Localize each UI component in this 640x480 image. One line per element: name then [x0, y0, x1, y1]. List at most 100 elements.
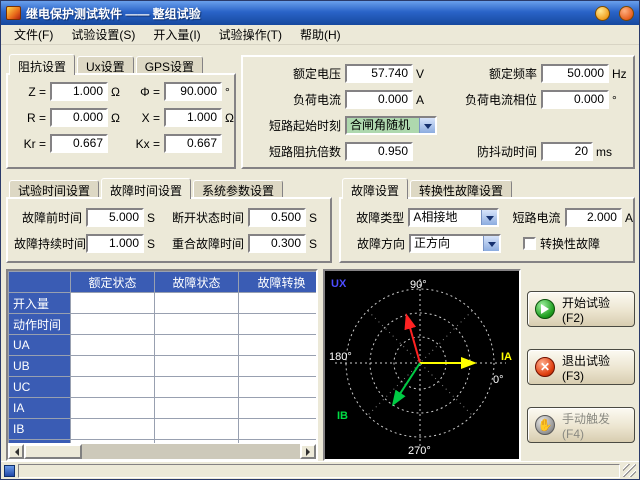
chevron-down-icon[interactable] [419, 118, 435, 133]
short-current-label: 短路电流 [499, 209, 564, 226]
impedance-tab-strip: 阻抗设置 Ux设置 GPS设置 [6, 53, 236, 73]
play-icon [535, 299, 555, 319]
phi-input[interactable]: 90.000 [164, 82, 222, 101]
scrollbar-track[interactable] [24, 444, 300, 459]
short-start-value: 合闸角随机 [347, 118, 419, 133]
horizontal-scrollbar[interactable] [8, 443, 316, 459]
tab-test-time-settings[interactable]: 试验时间设置 [9, 180, 99, 197]
x-input[interactable]: 1.000 [164, 108, 222, 127]
fault-tab-content: 故障类型 A相接地 短路电流 2.000 A 故障方向 正方向 [339, 197, 635, 263]
start-test-label: 开始试验(F2) [562, 294, 627, 325]
exit-test-button[interactable]: ✕ 退出试验(F3) [527, 349, 635, 385]
debounce-input[interactable]: 20 [541, 142, 593, 161]
table-row: UB [9, 356, 319, 377]
menu-help[interactable]: 帮助(H) [291, 24, 350, 45]
tab-gps-settings[interactable]: GPS设置 [136, 56, 203, 73]
short-current-input[interactable]: 2.000 [565, 208, 622, 227]
pre-fault-time-input[interactable]: 5.000 [86, 208, 144, 227]
convertible-fault-checkbox[interactable] [523, 237, 536, 250]
chevron-down-icon[interactable] [481, 210, 497, 225]
status-message-area [18, 464, 620, 478]
row-label: 开入量 [9, 293, 71, 314]
reclose-fault-time-unit: S [306, 237, 317, 251]
tab-ux-settings[interactable]: Ux设置 [77, 56, 134, 73]
open-state-time-unit: S [306, 211, 317, 225]
short-start-combobox[interactable]: 合闸角随机 [345, 116, 437, 135]
rated-freq-label: 额定频率 [435, 65, 541, 82]
ib-vector [394, 363, 420, 403]
short-factor-label: 短路阻抗倍数 [249, 143, 345, 160]
short-current-unit: A [622, 211, 633, 225]
resize-grip[interactable] [623, 464, 636, 477]
tab-fault-settings[interactable]: 故障设置 [342, 178, 408, 199]
short-factor-input[interactable]: 0.950 [345, 142, 413, 161]
tab-convertible-fault-settings[interactable]: 转换性故障设置 [410, 180, 512, 197]
phasor-vectors [394, 317, 473, 403]
table-cell [71, 356, 155, 377]
r-label: R = [16, 111, 50, 125]
scroll-left-icon[interactable] [8, 444, 24, 459]
rated-freq-input[interactable]: 50.000 [541, 64, 609, 83]
tab-impedance-settings[interactable]: 阻抗设置 [9, 54, 75, 75]
load-phase-input[interactable]: 0.000 [541, 90, 609, 109]
table-cell [155, 377, 239, 398]
deg180-label: 180° [329, 351, 352, 363]
fault-direction-combobox[interactable]: 正方向 [409, 234, 501, 253]
fault-settings-panel: 故障设置 转换性故障设置 故障类型 A相接地 短路电流 2.000 A 故障方向 [339, 177, 635, 263]
table-header-fault-convert: 故障转换 [239, 272, 319, 293]
tab-system-param-settings[interactable]: 系统参数设置 [193, 180, 283, 197]
impedance-tab-content: Z = 1.000 Ω Φ = 90.000 ° R = 0.000 Ω X =… [6, 73, 236, 169]
row-label: IA [9, 398, 71, 419]
close-button[interactable] [619, 6, 634, 21]
table-cell [155, 419, 239, 440]
kx-input[interactable]: 0.667 [164, 134, 222, 153]
kx-label: Kx = [128, 137, 164, 151]
table-cell [71, 293, 155, 314]
fault-duration-unit: S [144, 237, 160, 251]
deg90-label: 90° [410, 279, 427, 291]
fault-type-combobox[interactable]: A相接地 [408, 208, 499, 227]
stop-icon: ✕ [535, 357, 555, 377]
start-test-button[interactable]: 开始试验(F2) [527, 291, 635, 327]
menu-binary-input[interactable]: 开入量(I) [144, 24, 209, 45]
table-cell [239, 377, 319, 398]
table-row: IB [9, 419, 319, 440]
rated-voltage-input[interactable]: 57.740 [345, 64, 413, 83]
impedance-row: R = 0.000 Ω X = 1.000 Ω [16, 108, 234, 127]
tab-fault-time-settings[interactable]: 故障时间设置 [101, 178, 191, 199]
load-current-input[interactable]: 0.000 [345, 90, 413, 109]
table-cell [155, 356, 239, 377]
fault-time-panel: 试验时间设置 故障时间设置 系统参数设置 故障前时间 5.000 S 断开状态时… [6, 177, 332, 263]
z-input[interactable]: 1.000 [50, 82, 108, 101]
chevron-down-icon[interactable] [483, 236, 499, 251]
kr-input[interactable]: 0.667 [50, 134, 108, 153]
table-cell [239, 293, 319, 314]
client-area: 阻抗设置 Ux设置 GPS设置 Z = 1.000 Ω Φ = 90.000 °… [1, 45, 639, 461]
table-header-fault-state: 故障状态 [155, 272, 239, 293]
r-input[interactable]: 0.000 [50, 108, 108, 127]
menu-test-operation[interactable]: 试验操作(T) [210, 24, 291, 45]
deg0-label: 0° [493, 374, 504, 386]
open-state-time-input[interactable]: 0.500 [248, 208, 306, 227]
table-header-rated-state: 额定状态 [71, 272, 155, 293]
rated-voltage-label: 额定电压 [249, 65, 345, 82]
manual-trigger-button[interactable]: ✋ 手动触发(F4) [527, 407, 635, 443]
table-cell [239, 335, 319, 356]
r-unit: Ω [108, 111, 128, 125]
menu-file[interactable]: 文件(F) [5, 24, 62, 45]
fault-duration-input[interactable]: 1.000 [86, 234, 144, 253]
scroll-right-icon[interactable] [300, 444, 316, 459]
table-cell [155, 293, 239, 314]
fault-duration-label: 故障持续时间 [14, 235, 86, 252]
time-row: 故障前时间 5.000 S 断开状态时间 0.500 S [14, 208, 330, 227]
z-unit: Ω [108, 85, 128, 99]
phi-label: Φ = [128, 85, 164, 99]
scrollbar-thumb[interactable] [24, 444, 82, 459]
reclose-fault-time-input[interactable]: 0.300 [248, 234, 306, 253]
menu-test-settings[interactable]: 试验设置(S) [62, 24, 144, 45]
reclose-fault-time-label: 重合故障时间 [160, 235, 248, 252]
minimize-button[interactable] [595, 6, 610, 21]
rated-row: 短路起始时刻 合闸角随机 [249, 116, 633, 135]
manual-trigger-label: 手动触发(F4) [562, 410, 627, 441]
phasor-diagram-panel: UX 90° 180° IA 0° 270° IB [323, 269, 521, 461]
